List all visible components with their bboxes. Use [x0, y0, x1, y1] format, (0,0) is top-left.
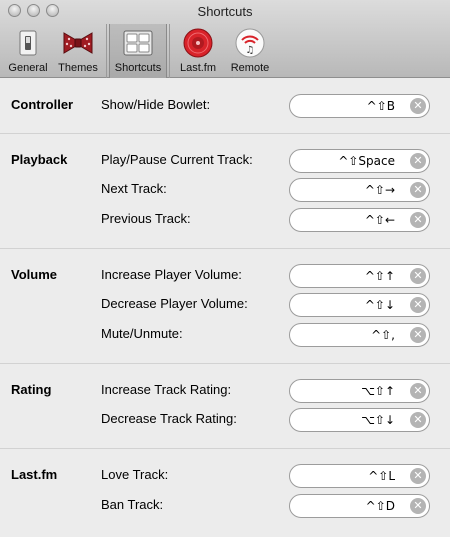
shortcut-label: Play/Pause Current Track: [101, 152, 253, 167]
section-rating: Rating Increase Track Rating: ⌥⇧↑ ✕ Decr… [0, 364, 450, 449]
shortcut-field-love-track[interactable]: ^⇧L ✕ [289, 464, 430, 488]
shortcut-field-previous-track[interactable]: ^⇧← ✕ [289, 208, 430, 232]
shortcut-label: Mute/Unmute: [101, 326, 183, 341]
shortcut-label: Ban Track: [101, 497, 164, 512]
toolbar-remote-label: Remote [230, 62, 270, 74]
shortcut-field-increase-volume[interactable]: ^⇧↑ ✕ [289, 264, 430, 288]
shortcut-value: ^⇧, [371, 328, 395, 342]
section-controller: Controller Show/Hide Bowlet: ^⇧B ✕ [0, 78, 450, 134]
toolbar-general[interactable]: General [4, 24, 52, 78]
section-volume: Volume Increase Player Volume: ^⇧↑ ✕ Dec… [0, 249, 450, 364]
clear-field-icon[interactable]: ✕ [410, 268, 426, 284]
toolbar-divider [106, 24, 107, 78]
shortcut-field-next-track[interactable]: ^⇧→ ✕ [289, 178, 430, 202]
shortcut-value: ^⇧Space [338, 154, 395, 168]
clear-field-icon[interactable]: ✕ [410, 468, 426, 484]
clear-field-icon[interactable]: ✕ [410, 153, 426, 169]
toolbar-divider [169, 24, 170, 78]
shortcut-label: Decrease Player Volume: [101, 296, 248, 311]
toolbar-shortcuts-label: Shortcuts [114, 62, 162, 74]
section-lastfm: Last.fm Love Track: ^⇧L ✕ Ban Track: ^⇧D… [0, 449, 450, 537]
clear-field-icon[interactable]: ✕ [410, 297, 426, 313]
remote-wifi-icon: ♫ [234, 27, 266, 59]
section-title: Volume [11, 267, 57, 282]
toolbar-themes[interactable]: Themes [52, 24, 104, 78]
shortcut-value: ^⇧← [364, 213, 395, 227]
lastfm-record-icon [182, 27, 214, 59]
clear-field-icon[interactable]: ✕ [410, 498, 426, 514]
shortcut-field-ban-track[interactable]: ^⇧D ✕ [289, 494, 430, 518]
toolbar-themes-label: Themes [58, 62, 98, 74]
clear-field-icon[interactable]: ✕ [410, 182, 426, 198]
toolbar-lastfm-label: Last.fm [179, 62, 217, 74]
shortcut-value: ^⇧↑ [364, 269, 395, 283]
shortcut-value: ^⇧D [365, 499, 395, 513]
clear-field-icon[interactable]: ✕ [410, 383, 426, 399]
clear-field-icon[interactable]: ✕ [410, 98, 426, 114]
clear-field-icon[interactable]: ✕ [410, 412, 426, 428]
section-title: Last.fm [11, 467, 58, 482]
section-playback: Playback Play/Pause Current Track: ^⇧Spa… [0, 134, 450, 249]
shortcut-label: Next Track: [101, 181, 167, 196]
shortcut-value: ⌥⇧↑ [361, 384, 395, 398]
shortcut-value: ^⇧↓ [364, 298, 395, 312]
shortcut-value: ^⇧→ [364, 183, 395, 197]
toolbar-general-label: General [8, 62, 48, 74]
shortcut-field-decrease-rating[interactable]: ⌥⇧↓ ✕ [289, 408, 430, 432]
shortcut-field-play-pause[interactable]: ^⇧Space ✕ [289, 149, 430, 173]
section-title: Playback [11, 152, 68, 167]
section-title: Controller [11, 97, 74, 112]
shortcuts-pane: Controller Show/Hide Bowlet: ^⇧B ✕ Playb… [0, 78, 450, 537]
clear-field-icon[interactable]: ✕ [410, 212, 426, 228]
shortcut-label: Increase Track Rating: [101, 382, 232, 397]
shortcut-field-decrease-volume[interactable]: ^⇧↓ ✕ [289, 293, 430, 317]
shortcut-value: ^⇧L [368, 469, 395, 483]
toolbar-shortcuts[interactable]: Shortcuts [109, 24, 167, 78]
shortcut-value: ⌥⇧↓ [361, 413, 395, 427]
preferences-window: Shortcuts General Themes Shortcuts Last.… [0, 0, 450, 537]
section-title: Rating [11, 382, 52, 397]
shortcut-label: Show/Hide Bowlet: [101, 97, 211, 112]
shortcut-value: ^⇧B [366, 99, 395, 113]
preferences-toolbar: General Themes Shortcuts Last.fm ♫ Remot… [4, 24, 276, 78]
clear-field-icon[interactable]: ✕ [410, 327, 426, 343]
shortcut-label: Love Track: [101, 467, 169, 482]
toolbar-lastfm[interactable]: Last.fm [172, 24, 224, 78]
bowtie-icon [62, 27, 94, 59]
shortcut-label: Previous Track: [101, 211, 191, 226]
window-title: Shortcuts [197, 4, 253, 19]
toolbar-remote[interactable]: ♫ Remote [224, 24, 276, 78]
shortcut-field-mute[interactable]: ^⇧, ✕ [289, 323, 430, 347]
keyboard-keys-icon [122, 27, 154, 59]
shortcut-field-increase-rating[interactable]: ⌥⇧↑ ✕ [289, 379, 430, 403]
shortcut-label: Increase Player Volume: [101, 267, 242, 282]
general-switch-icon [12, 27, 44, 59]
shortcut-field-show-hide[interactable]: ^⇧B ✕ [289, 94, 430, 118]
svg-text:♫: ♫ [246, 45, 255, 56]
title-bar: Shortcuts General Themes Shortcuts Last.… [0, 0, 450, 78]
shortcut-label: Decrease Track Rating: [101, 411, 237, 426]
